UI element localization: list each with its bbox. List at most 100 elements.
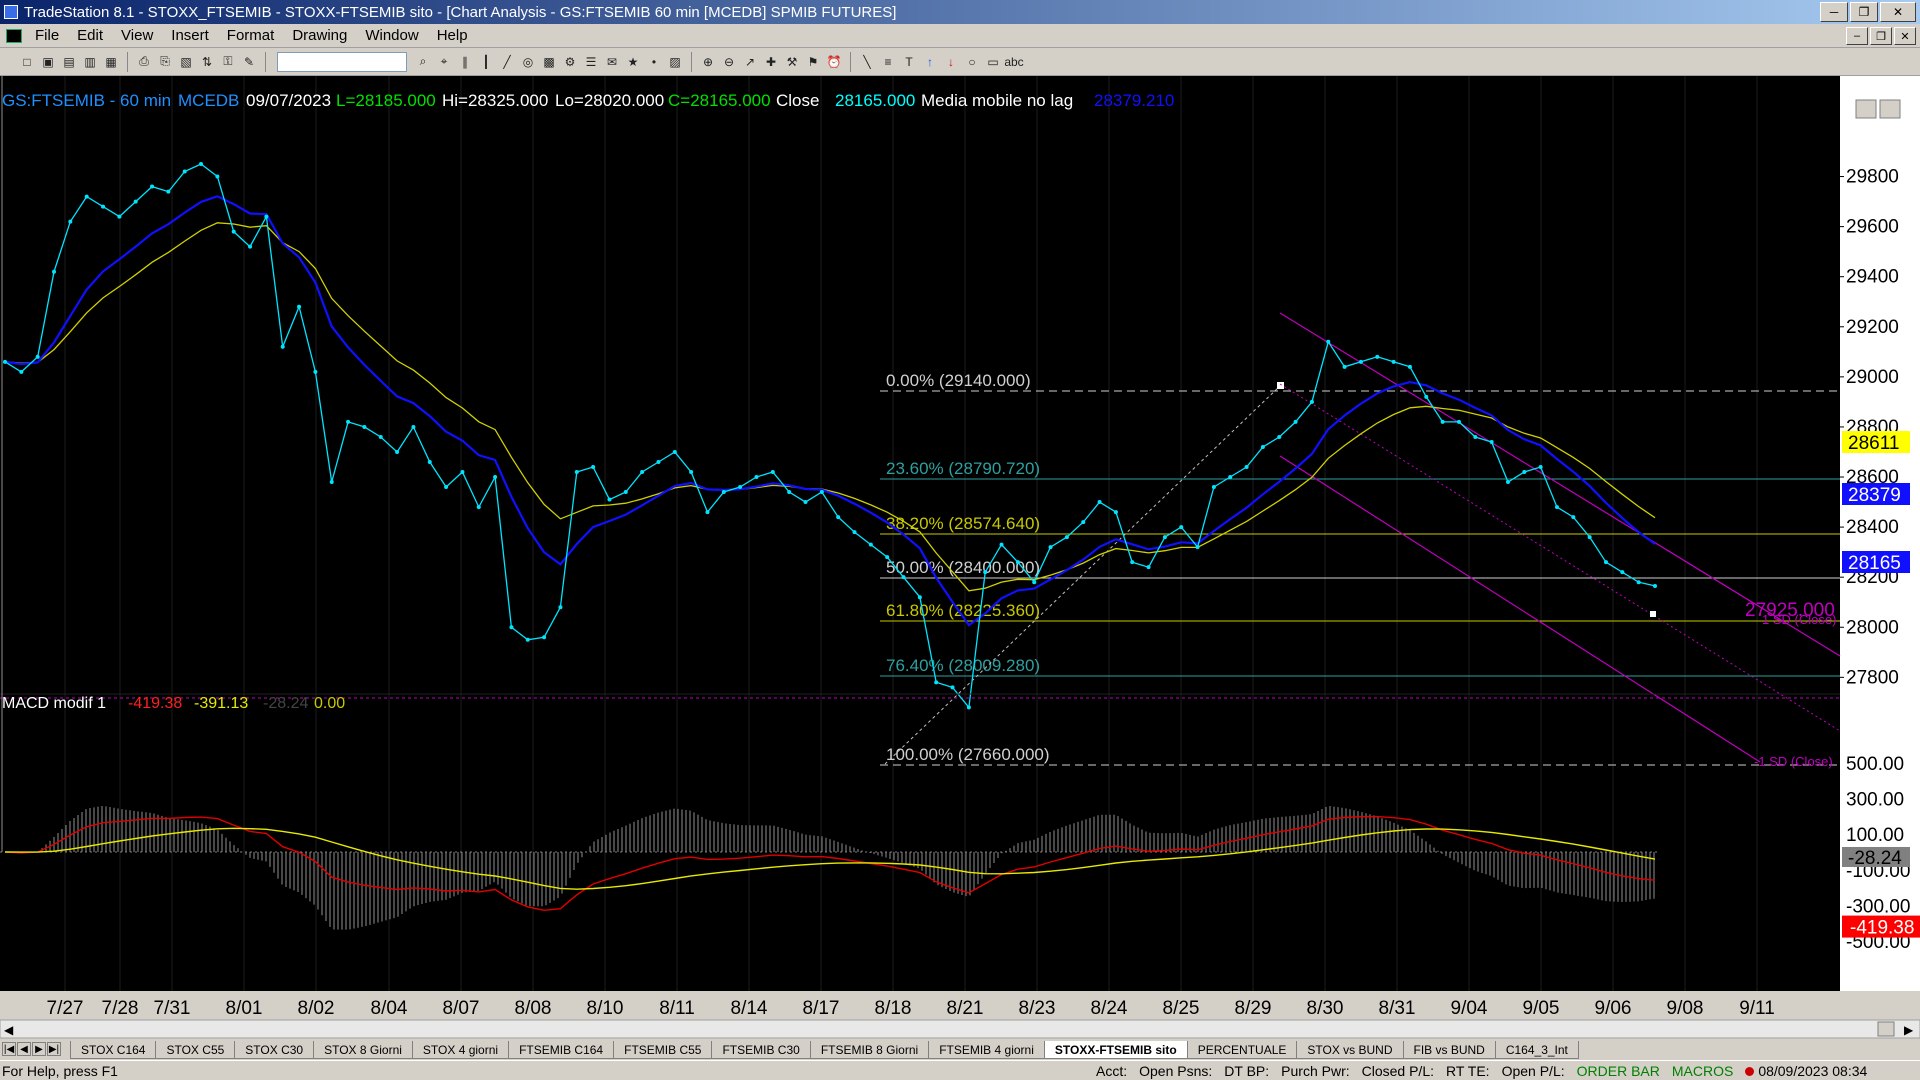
news-icon[interactable]: ✉ [603,53,621,71]
menu-view[interactable]: View [112,27,162,44]
lock-icon[interactable]: ⚿ [219,53,237,71]
open-workspace-icon[interactable]: ▤ [60,53,78,71]
format-icon[interactable]: ✎ [240,53,258,71]
options-icon[interactable]: ⚙ [561,53,579,71]
hotlist-icon[interactable]: ★ [624,53,642,71]
up-arrow-icon[interactable]: ↑ [921,53,939,71]
line-icon[interactable]: ╱ [498,53,516,71]
workspace-tab[interactable]: STOX vs BUND [1296,1041,1404,1059]
down-arrow-icon[interactable]: ↓ [942,53,960,71]
alert-icon[interactable]: ⏰ [825,53,843,71]
tools-icon[interactable]: ⚒ [783,53,801,71]
tab-last-icon[interactable]: ▶| [47,1042,61,1056]
workspace-tab[interactable]: FTSEMIB 4 giorni [928,1041,1045,1059]
print-icon[interactable]: ⎙ [135,53,153,71]
workspace-tab[interactable]: STOXX-FTSEMIB sito [1043,1041,1188,1059]
price-bar-dot [1505,480,1510,485]
channel-handle[interactable] [1650,611,1656,617]
price-bar-dot [721,490,726,495]
workspace-tab[interactable]: STOX 4 giorni [411,1041,510,1059]
mdi-restore-button[interactable]: ❐ [1870,27,1892,45]
menu-window[interactable]: Window [356,27,427,44]
zoom-icon[interactable]: ⌖ [435,53,453,71]
tick-icon[interactable]: • [645,53,663,71]
text-icon[interactable]: T [900,53,918,71]
symbol-combo[interactable] [277,51,407,72]
abc-icon[interactable]: abc [1004,53,1023,71]
menu-format[interactable]: Format [218,27,284,44]
rectangle-icon[interactable]: ▭ [984,53,1002,71]
price-bar-dot [836,515,841,520]
workspace-tab[interactable]: FTSEMIB C30 [711,1041,811,1059]
scroll-right-icon[interactable]: ▶ [1904,1023,1914,1037]
macd-tick-label: 300.00 [1846,790,1904,811]
close-button[interactable]: ✕ [1880,2,1916,22]
quotes-icon[interactable]: ☰ [582,53,600,71]
mdi-close-button[interactable]: ✕ [1894,27,1916,45]
zoom-out-icon[interactable]: ⊖ [720,53,738,71]
radar-icon[interactable]: ◎ [519,53,537,71]
menu-insert[interactable]: Insert [162,27,218,44]
workspace-tab[interactable]: FTSEMIB 8 Giorni [809,1041,930,1059]
workspace-tab[interactable]: PERCENTUALE [1186,1041,1298,1059]
print-preview-icon[interactable]: ⎘ [156,53,174,71]
workspace-tab[interactable]: STOX C55 [155,1041,236,1059]
price-bar-dot [591,465,596,470]
workspace-tab[interactable]: FTSEMIB C164 [508,1041,615,1059]
tab-first-icon[interactable]: |◀ [2,1042,16,1056]
price-bar-dot [885,555,890,560]
template-icon[interactable]: ▥ [81,53,99,71]
circle-icon[interactable]: ○ [963,53,981,71]
header-close-val: 28165.000 [835,91,915,110]
scroll-thumb[interactable] [1877,1021,1895,1037]
chart-icon[interactable]: ▧ [177,53,195,71]
bars-icon[interactable]: ∥ [456,53,474,71]
workspace-tab[interactable]: STOX C164 [70,1041,157,1059]
price-bar-dot [493,475,498,480]
find-icon[interactable]: ⌕ [414,53,432,71]
chart-window-icon[interactable] [6,28,22,43]
strategy-icon[interactable]: ⚑ [804,53,822,71]
workspace-tab[interactable]: FIB vs BUND [1402,1041,1496,1059]
folder-icon[interactable]: ▦ [102,53,120,71]
chart-minimize-button[interactable] [1855,99,1877,119]
macd-header-v2: -391.13 [194,695,248,712]
workspace-tab[interactable]: STOX C30 [234,1041,315,1059]
menu-file[interactable]: File [26,27,68,44]
open-icon[interactable]: ▣ [39,53,57,71]
mdi-minimize-button[interactable]: – [1846,27,1868,45]
status-dt-bp: DT BP: [1224,1062,1270,1079]
matrix-icon[interactable]: ▩ [540,53,558,71]
restore-button[interactable]: ❐ [1850,2,1878,22]
chart-analysis-window[interactable]: 29800 29600 29400 29200 29000 28800 28600 28400… [0,76,1920,1072]
workspace-tab[interactable]: FTSEMIB C55 [613,1041,713,1059]
scroll-left-icon[interactable]: ◀ [4,1023,14,1037]
status-open-psns: Open Psns: [1139,1062,1213,1079]
crosshair-icon[interactable]: ✚ [762,53,780,71]
date-tick-label: 8/07 [443,998,480,1019]
macros-button[interactable]: MACROS [1666,1063,1739,1079]
trendline-icon[interactable]: ╲ [858,53,876,71]
menu-drawing[interactable]: Drawing [283,27,356,44]
menu-help[interactable]: Help [428,27,477,44]
chart-restore-button[interactable] [1879,99,1901,119]
tab-prev-icon[interactable]: ◀ [17,1042,31,1056]
date-tick-label: 8/08 [515,998,552,1019]
pointer-icon[interactable]: ↗ [741,53,759,71]
minimize-button[interactable]: ─ [1820,2,1848,22]
data-icon[interactable]: ▨ [666,53,684,71]
tab-next-icon[interactable]: ▶ [32,1042,46,1056]
zoom-in-icon[interactable]: ⊕ [699,53,717,71]
status-purch-pwr: Purch Pwr: [1281,1062,1350,1079]
new-icon[interactable]: □ [18,53,36,71]
candles-icon[interactable]: ┃ [477,53,495,71]
order-bar-button[interactable]: ORDER BAR [1571,1063,1666,1079]
price-chart[interactable]: 2980029600294002920029000288002860028400… [0,76,1920,1040]
workspace-tab[interactable]: STOX 8 Giorni [313,1041,413,1059]
menu-edit[interactable]: Edit [68,27,112,44]
fib-icon[interactable]: ≡ [879,53,897,71]
horizontal-scrollbar[interactable] [0,1019,1920,1039]
workspace-tab[interactable]: C164_3_Int [1494,1041,1579,1059]
scroll-icon[interactable]: ⇅ [198,53,216,71]
fib-anchor-handle[interactable] [1277,382,1284,389]
